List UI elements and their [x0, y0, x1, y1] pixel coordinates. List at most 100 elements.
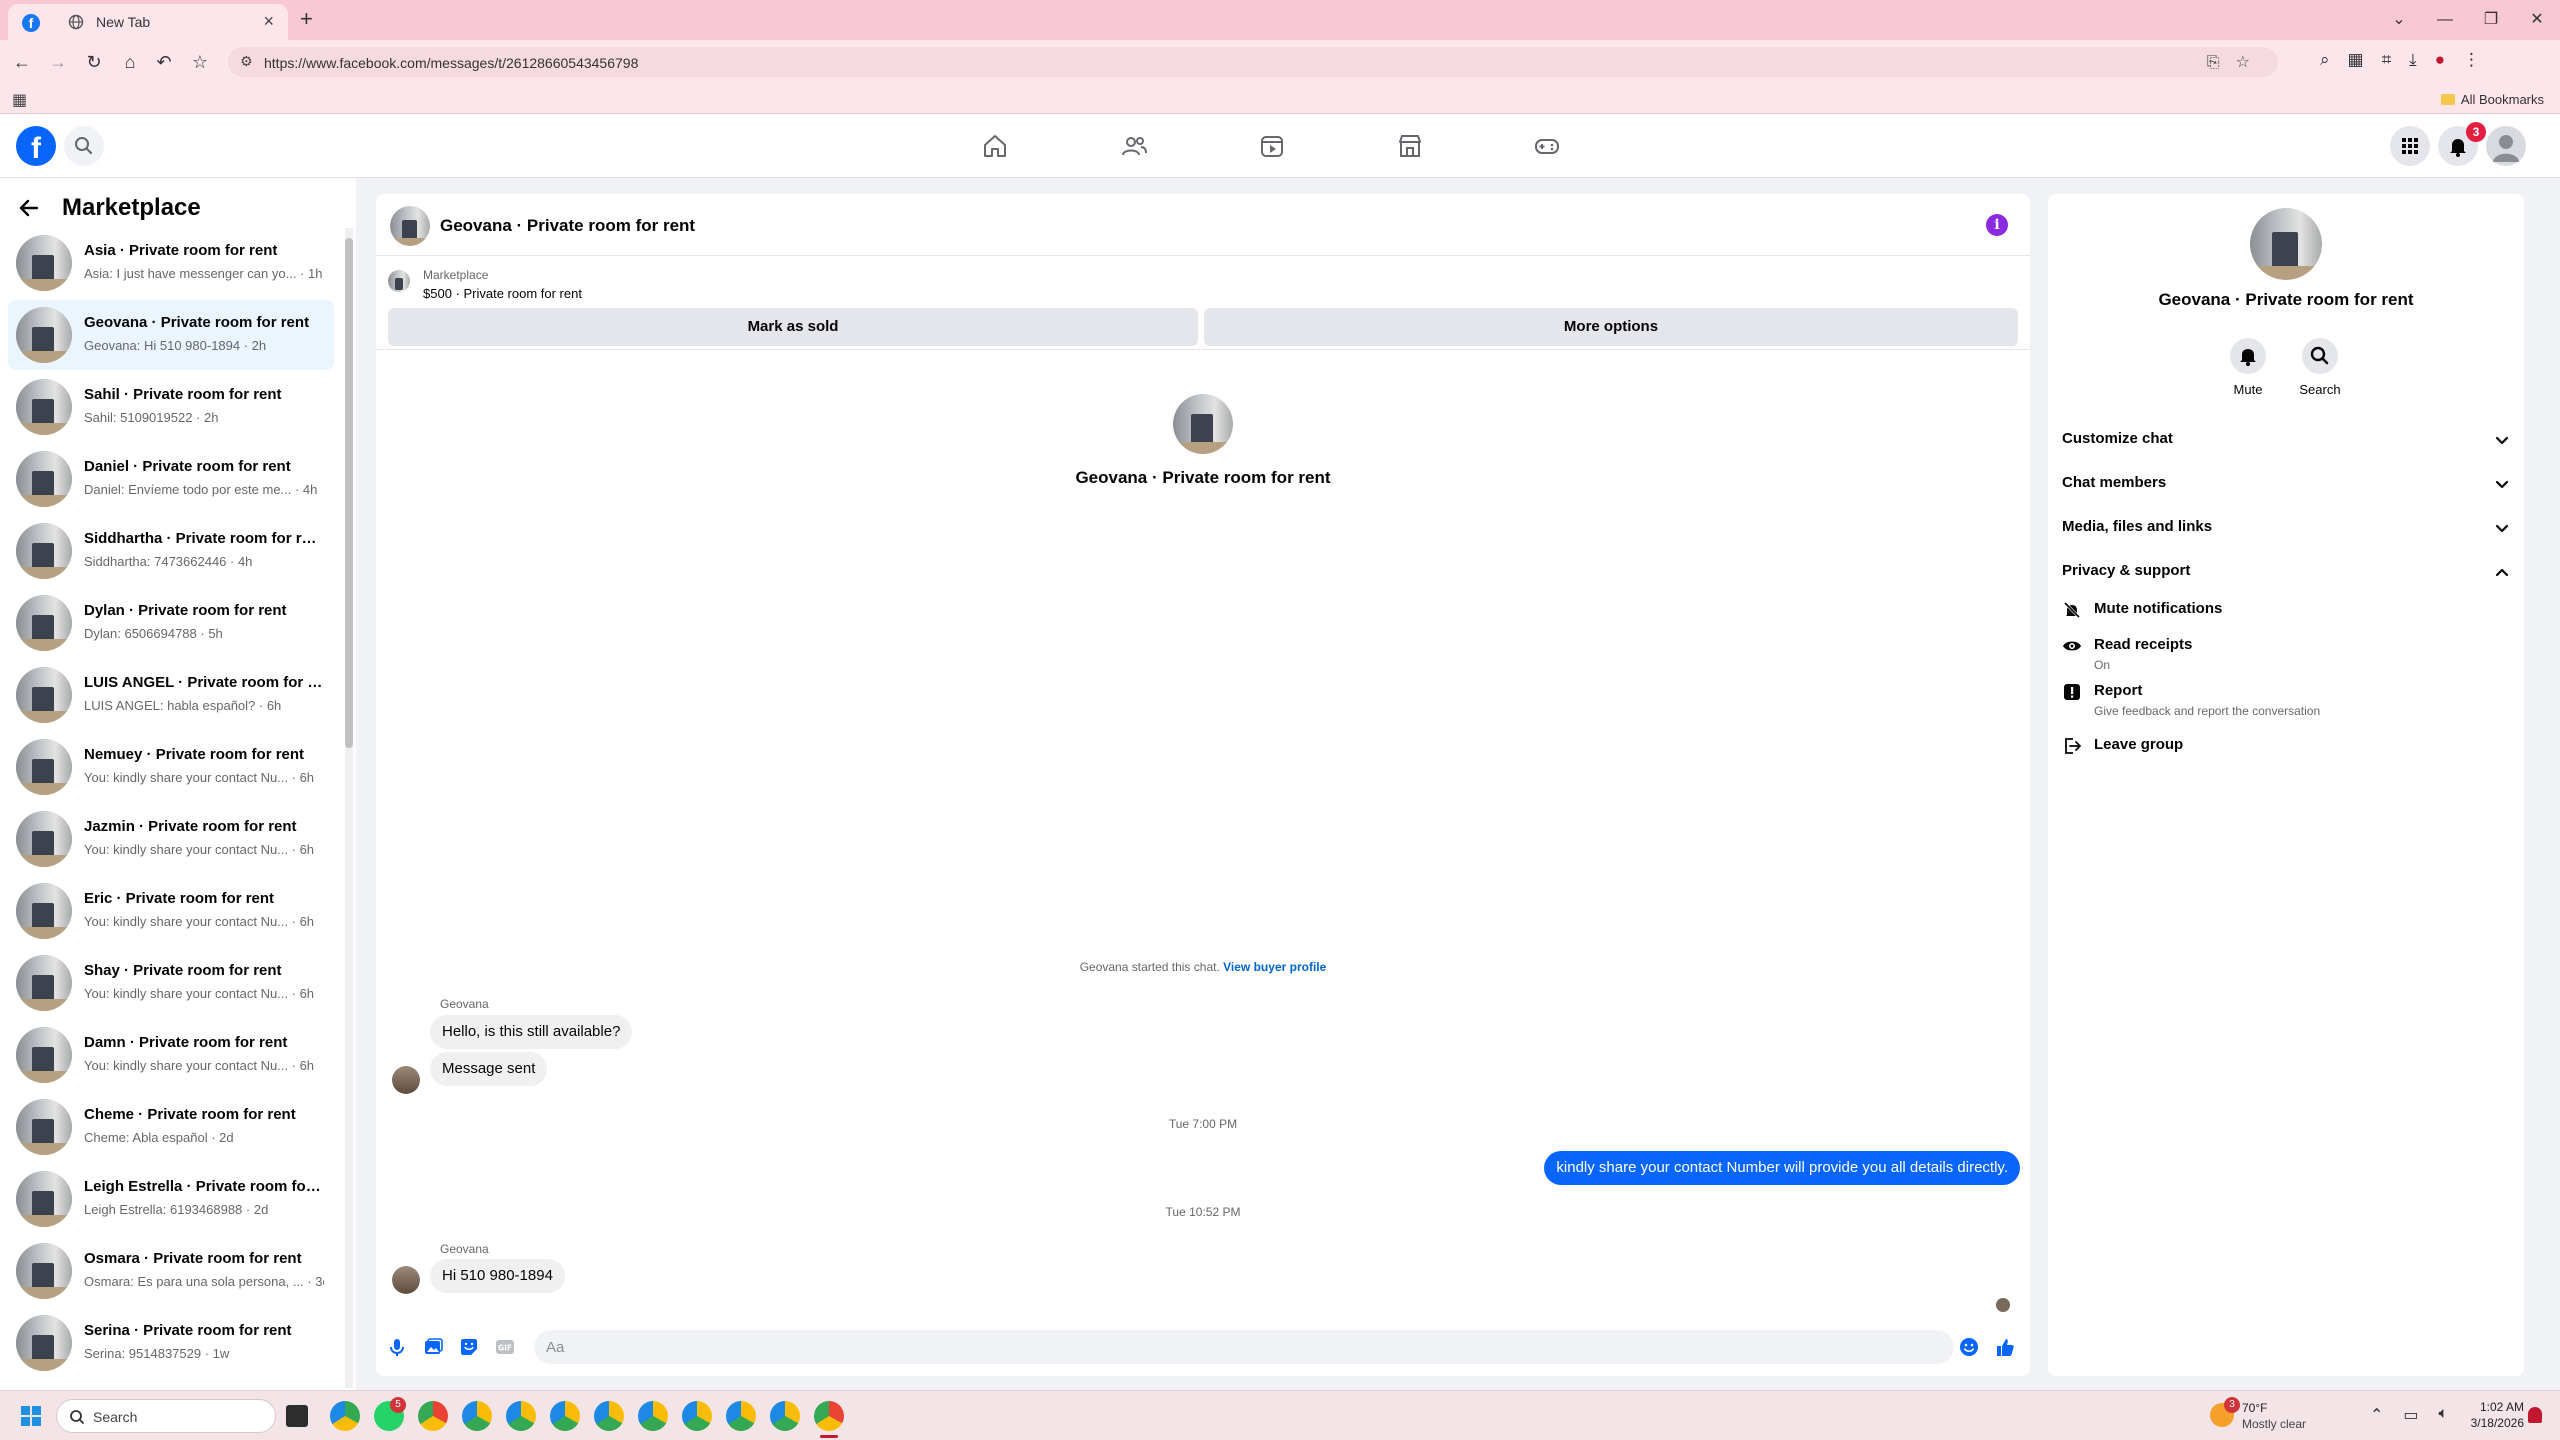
sender-avatar[interactable]	[392, 1266, 420, 1294]
chrome-profile-icon[interactable]	[682, 1401, 712, 1431]
bookmark-star-icon[interactable]: ☆	[188, 50, 212, 74]
chrome-profile-icon[interactable]	[550, 1401, 580, 1431]
facebook-logo-icon[interactable]: f	[16, 126, 56, 166]
close-window-button[interactable]: ✕	[2514, 0, 2560, 40]
back-icon[interactable]: ←	[10, 50, 34, 74]
outgoing-message[interactable]: kindly share your contact Number will pr…	[1544, 1151, 2020, 1185]
apps-grid-icon[interactable]: ▦	[12, 90, 27, 110]
profile-avatar[interactable]	[2250, 208, 2322, 280]
browser-tab[interactable]: f New Tab ×	[8, 4, 288, 40]
bookmark-icon[interactable]: ☆	[2236, 54, 2266, 71]
message-input[interactable]: Aa	[534, 1330, 1954, 1364]
conversation-item[interactable]: Leigh Estrella · Private room for ... Lei…	[8, 1164, 334, 1234]
new-tab-button[interactable]: +	[300, 6, 313, 32]
undo-icon[interactable]: ↶	[152, 50, 176, 74]
volume-icon[interactable]: 🔈︎	[2439, 1405, 2449, 1425]
info-icon[interactable]: i	[1986, 214, 2008, 236]
profile-icon[interactable]: ●	[2435, 50, 2445, 70]
emoji-icon[interactable]	[1958, 1336, 1980, 1358]
listing-thumbnail[interactable]	[388, 270, 410, 292]
friends-nav-icon[interactable]	[1120, 132, 1148, 160]
tray-chevron-icon[interactable]: ⌃	[2370, 1405, 2383, 1425]
conversation-item[interactable]: Dylan · Private room for rent Dylan: 6506…	[8, 588, 334, 658]
all-bookmarks[interactable]: All Bookmarks	[2440, 92, 2544, 107]
scrollbar[interactable]	[345, 228, 353, 1388]
chrome-app-icon[interactable]	[330, 1401, 360, 1431]
photo-icon[interactable]	[422, 1336, 444, 1358]
search-action[interactable]: Search	[2290, 338, 2350, 397]
close-tab-icon[interactable]: ×	[263, 11, 274, 32]
search-button[interactable]	[64, 126, 104, 166]
conversation-item[interactable]: Shay · Private room for rent You: kindly …	[8, 948, 334, 1018]
conversation-item[interactable]: Sahil · Private room for rent Sahil: 5109…	[8, 372, 334, 442]
section-privacy-support[interactable]: Privacy & support	[2062, 562, 2512, 592]
incoming-message[interactable]: Message sent	[430, 1052, 548, 1086]
home-nav-icon[interactable]	[981, 132, 1009, 160]
video-nav-icon[interactable]	[1258, 132, 1286, 160]
minimize-button[interactable]: —	[2422, 0, 2468, 40]
taskbar-search[interactable]: Search	[56, 1399, 276, 1433]
windows-start-icon[interactable]	[20, 1405, 42, 1427]
conversation-item[interactable]: Asia · Private room for rent Asia: I just…	[8, 228, 334, 298]
install-app-icon[interactable]: ⎘	[2207, 54, 2236, 71]
system-clock[interactable]: 1:02 AM 3/18/2026	[2466, 1399, 2524, 1431]
menu-button[interactable]	[2390, 126, 2430, 166]
sticker-icon[interactable]	[458, 1336, 480, 1358]
notification-bell-icon[interactable]	[2528, 1407, 2542, 1423]
conversation-item[interactable]: Daniel · Private room for rent Daniel: En…	[8, 444, 334, 514]
menu-icon[interactable]: ⋮	[2463, 50, 2480, 70]
download-icon[interactable]: ⤓	[2409, 50, 2417, 70]
conversation-item[interactable]: Eric · Private room for rent You: kindly …	[8, 876, 334, 946]
reload-icon[interactable]: ↻	[82, 50, 106, 74]
section-media-files-and-links[interactable]: Media, files and links	[2062, 518, 2512, 548]
conversation-item[interactable]: Osmara · Private room for rent Osmara: Es…	[8, 1236, 334, 1306]
incoming-message[interactable]: Hi 510 980-1894	[430, 1259, 565, 1293]
sender-avatar[interactable]	[392, 1066, 420, 1094]
chrome-profile-icon[interactable]	[506, 1401, 536, 1431]
task-view-icon[interactable]	[286, 1405, 308, 1427]
listing-price[interactable]: $500 · Private room for rent	[423, 286, 582, 301]
scrollbar-thumb[interactable]	[345, 238, 353, 748]
chrome-active-icon[interactable]	[814, 1401, 844, 1431]
chrome-profile-icon[interactable]	[638, 1401, 668, 1431]
chrome-profile-icon[interactable]	[462, 1401, 492, 1431]
forward-icon[interactable]: →	[46, 50, 70, 74]
view-buyer-profile-link[interactable]: View buyer profile	[1223, 960, 1326, 974]
home-icon[interactable]: ⌂	[118, 50, 142, 74]
chat-title[interactable]: Geovana · Private room for rent	[440, 216, 695, 236]
mark-as-sold-button[interactable]: Mark as sold	[388, 308, 1198, 346]
thumbs-up-icon[interactable]	[1994, 1336, 2016, 1358]
chrome-profile-icon[interactable]	[770, 1401, 800, 1431]
restore-button[interactable]: ❐	[2468, 0, 2514, 40]
network-icon[interactable]: ▭	[2403, 1405, 2418, 1425]
chrome-profile-icon[interactable]	[594, 1401, 624, 1431]
conversation-item[interactable]: Damn · Private room for rent You: kindly …	[8, 1020, 334, 1090]
back-arrow-icon[interactable]	[18, 197, 40, 219]
conversation-item[interactable]: Jazmin · Private room for rent You: kindl…	[8, 804, 334, 874]
conversation-item[interactable]: Serina · Private room for rent Serina: 95…	[8, 1308, 334, 1378]
conversation-item[interactable]: Cheme · Private room for rent Cheme: Abla…	[8, 1092, 334, 1162]
conversation-item[interactable]: LUIS ANGEL · Private room for r... LUIS A…	[8, 660, 334, 730]
section-chat-members[interactable]: Chat members	[2062, 474, 2512, 504]
chrome-profile-icon[interactable]	[418, 1401, 448, 1431]
tab-search-icon[interactable]: ⌄	[2376, 0, 2422, 40]
gif-icon[interactable]: GIF	[494, 1336, 516, 1358]
microphone-icon[interactable]	[386, 1336, 408, 1358]
gaming-nav-icon[interactable]	[1533, 132, 1561, 160]
incoming-message[interactable]: Hello, is this still available?	[430, 1015, 633, 1049]
marketplace-nav-icon[interactable]	[1396, 132, 1424, 160]
conversation-item[interactable]: Nemuey · Private room for rent You: kindl…	[8, 732, 334, 802]
chat-avatar[interactable]	[390, 206, 430, 246]
section-customize-chat[interactable]: Customize chat	[2062, 430, 2512, 460]
more-options-button[interactable]: More options	[1204, 308, 2018, 346]
conversation-item[interactable]: Siddhartha · Private room for rent Siddha…	[8, 516, 334, 586]
site-info-icon[interactable]: ⚙	[240, 53, 253, 70]
address-bar[interactable]: ⚙ https://www.facebook.com/messages/t/26…	[228, 47, 2278, 77]
extensions-icon[interactable]: ▦	[2348, 50, 2364, 70]
conversation-item[interactable]: Geovana · Private room for rent Geovana: …	[8, 300, 334, 370]
crop-icon[interactable]: ⌗	[2382, 50, 2392, 70]
chrome-profile-icon[interactable]	[726, 1401, 756, 1431]
zoom-icon[interactable]: ⌕	[2320, 50, 2330, 70]
account-avatar[interactable]	[2486, 126, 2526, 166]
mute-action[interactable]: Mute	[2218, 338, 2278, 397]
